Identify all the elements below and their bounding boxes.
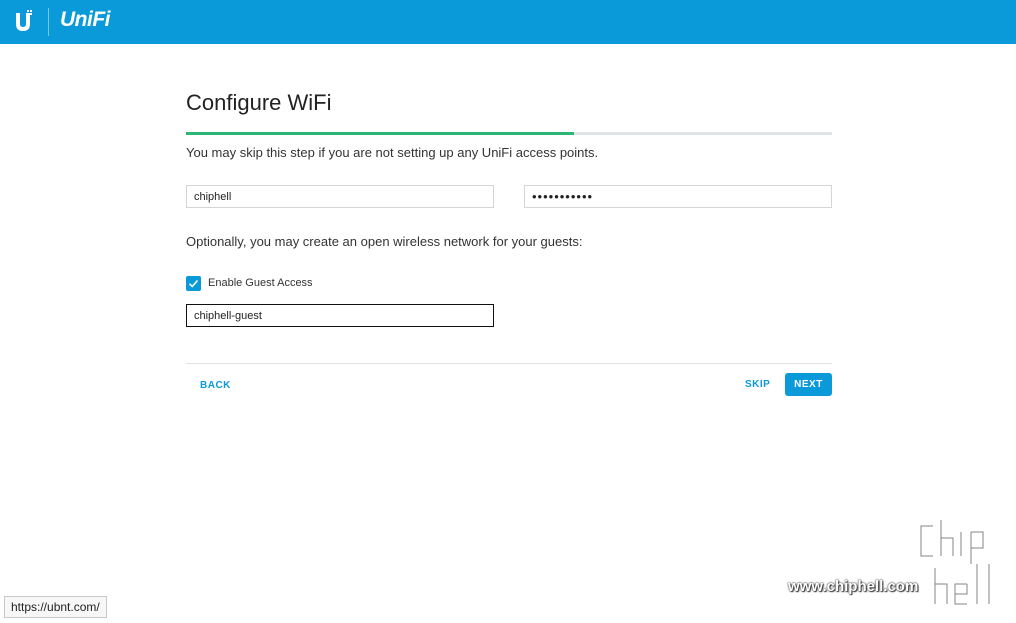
wizard-progress-fill [186, 132, 574, 135]
checkmark-icon [188, 279, 199, 288]
skip-button[interactable]: SKIP [745, 379, 770, 390]
footer-divider [186, 363, 832, 364]
guest-network-note: Optionally, you may create an open wirel… [186, 234, 583, 249]
page-title: Configure WiFi [186, 90, 332, 115]
wifi-password-input[interactable] [524, 185, 832, 208]
trademark-mark: ™ [97, 12, 102, 18]
watermark-site: www.chiphell.com [788, 578, 919, 595]
wifi-ssid-input[interactable] [186, 185, 494, 208]
next-button[interactable]: NEXT [785, 373, 832, 396]
wizard-progress-bar [186, 132, 832, 135]
status-bar-url: https://ubnt.com/ [4, 596, 107, 618]
back-button[interactable]: BACK [200, 380, 231, 391]
logo-separator [48, 8, 49, 36]
ubiquiti-logo-icon[interactable] [12, 10, 34, 34]
chiphell-watermark-logo [918, 518, 992, 607]
enable-guest-access-label[interactable]: Enable Guest Access [208, 277, 313, 289]
guest-ssid-input[interactable] [186, 304, 494, 327]
skip-note: You may skip this step if you are not se… [186, 145, 599, 160]
top-bar: UniFi ™ [0, 0, 1016, 44]
unifi-logo[interactable]: UniFi [60, 8, 111, 32]
enable-guest-access-checkbox[interactable] [186, 276, 201, 291]
